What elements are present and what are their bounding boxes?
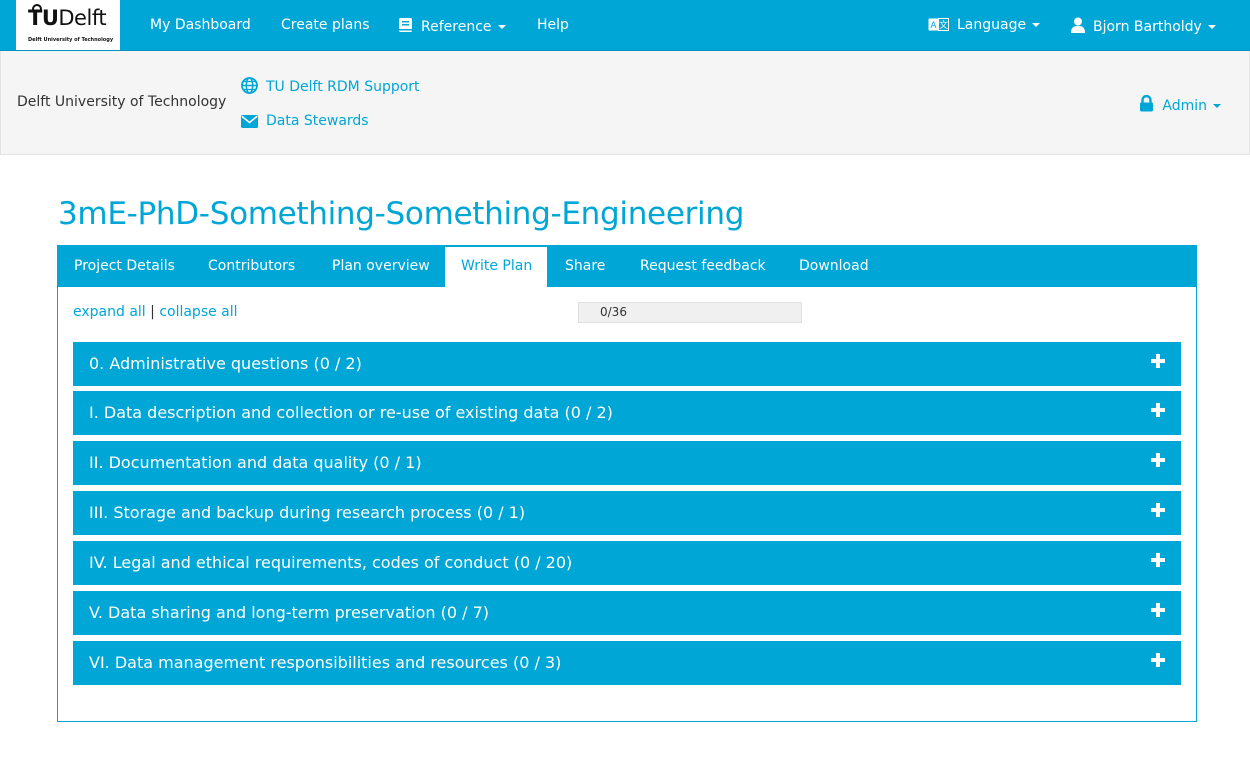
- nav-user-dropdown[interactable]: Bjorn Bartholdy: [1071, 17, 1216, 35]
- nav-language-dropdown[interactable]: A 文 Language: [928, 17, 1041, 33]
- tab-contributors[interactable]: Contributors: [192, 246, 311, 287]
- section-header-2[interactable]: II. Documentation and data quality (0 / …: [73, 441, 1181, 485]
- plus-icon[interactable]: [1151, 403, 1165, 417]
- user-icon: [1071, 17, 1085, 33]
- section-title: I. Data description and collection or re…: [89, 403, 613, 422]
- section-title: 0. Administrative questions (0 / 2): [89, 354, 362, 373]
- section-header-0[interactable]: 0. Administrative questions (0 / 2): [73, 342, 1181, 386]
- top-navbar: TUDelft Delft University of Technology M…: [0, 0, 1250, 51]
- org-subheader: Delft University of Technology TU Delft …: [0, 51, 1250, 155]
- nav-reference-dropdown[interactable]: Reference: [398, 17, 506, 35]
- section-title: VI. Data management responsibilities and…: [89, 653, 562, 672]
- section-header-1[interactable]: I. Data description and collection or re…: [73, 391, 1181, 435]
- page-title: 3mE-PhD-Something-Something-Engineering: [58, 196, 745, 232]
- collapse-all-link[interactable]: collapse all: [159, 304, 237, 320]
- chevron-down-icon: [1207, 25, 1216, 29]
- nav-my-dashboard[interactable]: My Dashboard: [150, 17, 251, 33]
- section-title: IV. Legal and ethical requirements, code…: [89, 553, 573, 572]
- expand-collapse-controls: expand all | collapse all: [73, 304, 238, 320]
- globe-icon: [241, 77, 258, 94]
- rdm-support-label: TU Delft RDM Support: [266, 79, 420, 95]
- plus-icon[interactable]: [1151, 503, 1165, 517]
- tab-plan-overview[interactable]: Plan overview: [316, 246, 446, 287]
- plan-panel: Project Details Contributors Plan overvi…: [57, 245, 1197, 722]
- answered-progress-bar: 0/36: [578, 302, 802, 323]
- tab-project-details[interactable]: Project Details: [58, 246, 191, 287]
- section-header-5[interactable]: V. Data sharing and long-term preservati…: [73, 591, 1181, 635]
- nav-help[interactable]: Help: [537, 17, 569, 33]
- svg-text:文: 文: [939, 19, 948, 31]
- plus-icon[interactable]: [1151, 453, 1165, 467]
- tab-write-plan[interactable]: Write Plan: [445, 247, 547, 287]
- nav-user-label: Bjorn Bartholdy: [1093, 19, 1202, 35]
- admin-label: Admin: [1162, 98, 1207, 114]
- nav-language-label: Language: [957, 17, 1027, 33]
- rdm-support-link[interactable]: TU Delft RDM Support: [241, 77, 420, 95]
- chevron-down-icon: [1213, 104, 1221, 108]
- chevron-down-icon: [497, 25, 506, 29]
- section-header-4[interactable]: IV. Legal and ethical requirements, code…: [73, 541, 1181, 585]
- admin-dropdown[interactable]: Admin: [1139, 95, 1221, 114]
- section-title: II. Documentation and data quality (0 / …: [89, 453, 422, 472]
- envelope-icon: [241, 115, 258, 128]
- section-header-3[interactable]: III. Storage and backup during research …: [73, 491, 1181, 535]
- logo-wordmark: TUDelft: [28, 6, 107, 30]
- data-stewards-link[interactable]: Data Stewards: [241, 113, 369, 129]
- plus-icon[interactable]: [1151, 603, 1165, 617]
- expand-all-link[interactable]: expand all: [73, 304, 146, 320]
- tu-delft-logo[interactable]: TUDelft Delft University of Technology: [16, 0, 120, 50]
- plus-icon[interactable]: [1151, 653, 1165, 667]
- tab-download[interactable]: Download: [783, 246, 885, 287]
- tab-share[interactable]: Share: [549, 246, 621, 287]
- nav-create-plans[interactable]: Create plans: [281, 17, 370, 33]
- language-icon: A文: [928, 18, 949, 31]
- logo-subtitle: Delft University of Technology: [28, 37, 114, 43]
- book-icon: [399, 18, 412, 32]
- lock-icon: [1140, 95, 1154, 112]
- svg-text:A: A: [930, 21, 937, 31]
- plan-tabs: Project Details Contributors Plan overvi…: [58, 246, 1196, 287]
- org-name: Delft University of Technology: [17, 94, 227, 110]
- plus-icon[interactable]: [1151, 553, 1165, 567]
- section-title: V. Data sharing and long-term preservati…: [89, 603, 490, 622]
- chevron-down-icon: [1032, 23, 1041, 27]
- tab-request-feedback[interactable]: Request feedback: [624, 246, 782, 287]
- section-title: III. Storage and backup during research …: [89, 503, 526, 522]
- data-stewards-label: Data Stewards: [266, 113, 369, 129]
- nav-reference-label: Reference: [421, 19, 492, 35]
- progress-text: 0/36: [600, 305, 627, 319]
- link-separator: |: [150, 304, 155, 320]
- plus-icon[interactable]: [1151, 354, 1165, 368]
- section-header-6[interactable]: VI. Data management responsibilities and…: [73, 641, 1181, 685]
